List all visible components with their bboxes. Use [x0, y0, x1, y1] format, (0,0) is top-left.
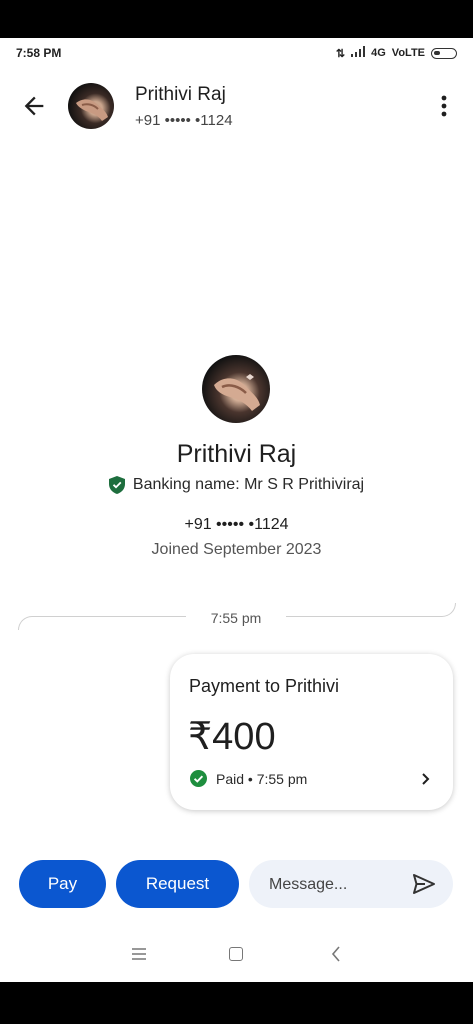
check-circle-icon — [190, 770, 207, 787]
profile-name: Prithivi Raj — [176, 440, 297, 468]
profile-avatar[interactable] — [202, 355, 270, 423]
message-input[interactable] — [267, 872, 411, 898]
joined-date: Joined September 2023 — [151, 541, 322, 558]
chat-header: Prithivi Raj +91 ••••• •1124 — [0, 78, 473, 138]
timeline-time: 7:55 pm — [210, 610, 262, 626]
banking-name-row: Banking name: Mr S R Prithiviraj — [0, 476, 473, 494]
avatar-photo-icon — [76, 99, 108, 121]
profile-phone: +91 ••••• •1124 — [184, 516, 289, 533]
timeline-divider-left — [18, 616, 186, 630]
shield-check-icon — [108, 476, 125, 494]
chevron-right-icon — [422, 773, 430, 785]
system-nav-bar — [0, 933, 473, 979]
payment-status-row: Paid • 7:55 pm — [190, 770, 307, 787]
payment-title: Payment to Prithivi — [189, 676, 340, 696]
banking-name: Banking name: Mr S R Prithiviraj — [132, 476, 365, 493]
battery-icon — [431, 47, 457, 59]
arrow-back-icon[interactable] — [20, 92, 48, 120]
request-button[interactable]: Request — [116, 860, 239, 908]
data-transfer-icon: ⇅ — [335, 47, 346, 60]
pay-button[interactable]: Pay — [19, 860, 106, 908]
app-screen: 7:58 PM ⇅ 4G VoLTE Prithivi Raj +91 ••••… — [0, 38, 473, 982]
more-vert-icon[interactable] — [432, 92, 456, 120]
home-icon[interactable] — [229, 947, 243, 961]
send-icon[interactable] — [412, 873, 436, 895]
nav-back-icon[interactable] — [330, 945, 342, 963]
volte-label: VoLTE — [391, 47, 425, 59]
payment-status: Paid • 7:55 pm — [216, 770, 308, 787]
recent-apps-icon[interactable] — [131, 947, 147, 961]
contact-name: Prithivi Raj — [135, 84, 226, 105]
status-bar: 7:58 PM ⇅ 4G VoLTE — [0, 38, 473, 68]
payment-amount: ₹400 — [188, 716, 276, 758]
contact-phone: +91 ••••• •1124 — [135, 112, 233, 129]
signal-icon — [351, 46, 366, 60]
avatar[interactable] — [68, 83, 114, 129]
network-type: 4G — [371, 47, 386, 59]
profile-photo-icon — [214, 374, 260, 411]
status-indicators: ⇅ 4G VoLTE — [336, 46, 457, 60]
message-box — [249, 860, 453, 908]
status-time: 7:58 PM — [16, 46, 62, 60]
timeline-divider-right — [286, 603, 456, 617]
payment-card[interactable]: Payment to Prithivi ₹400 Paid • 7:55 pm — [170, 654, 453, 810]
